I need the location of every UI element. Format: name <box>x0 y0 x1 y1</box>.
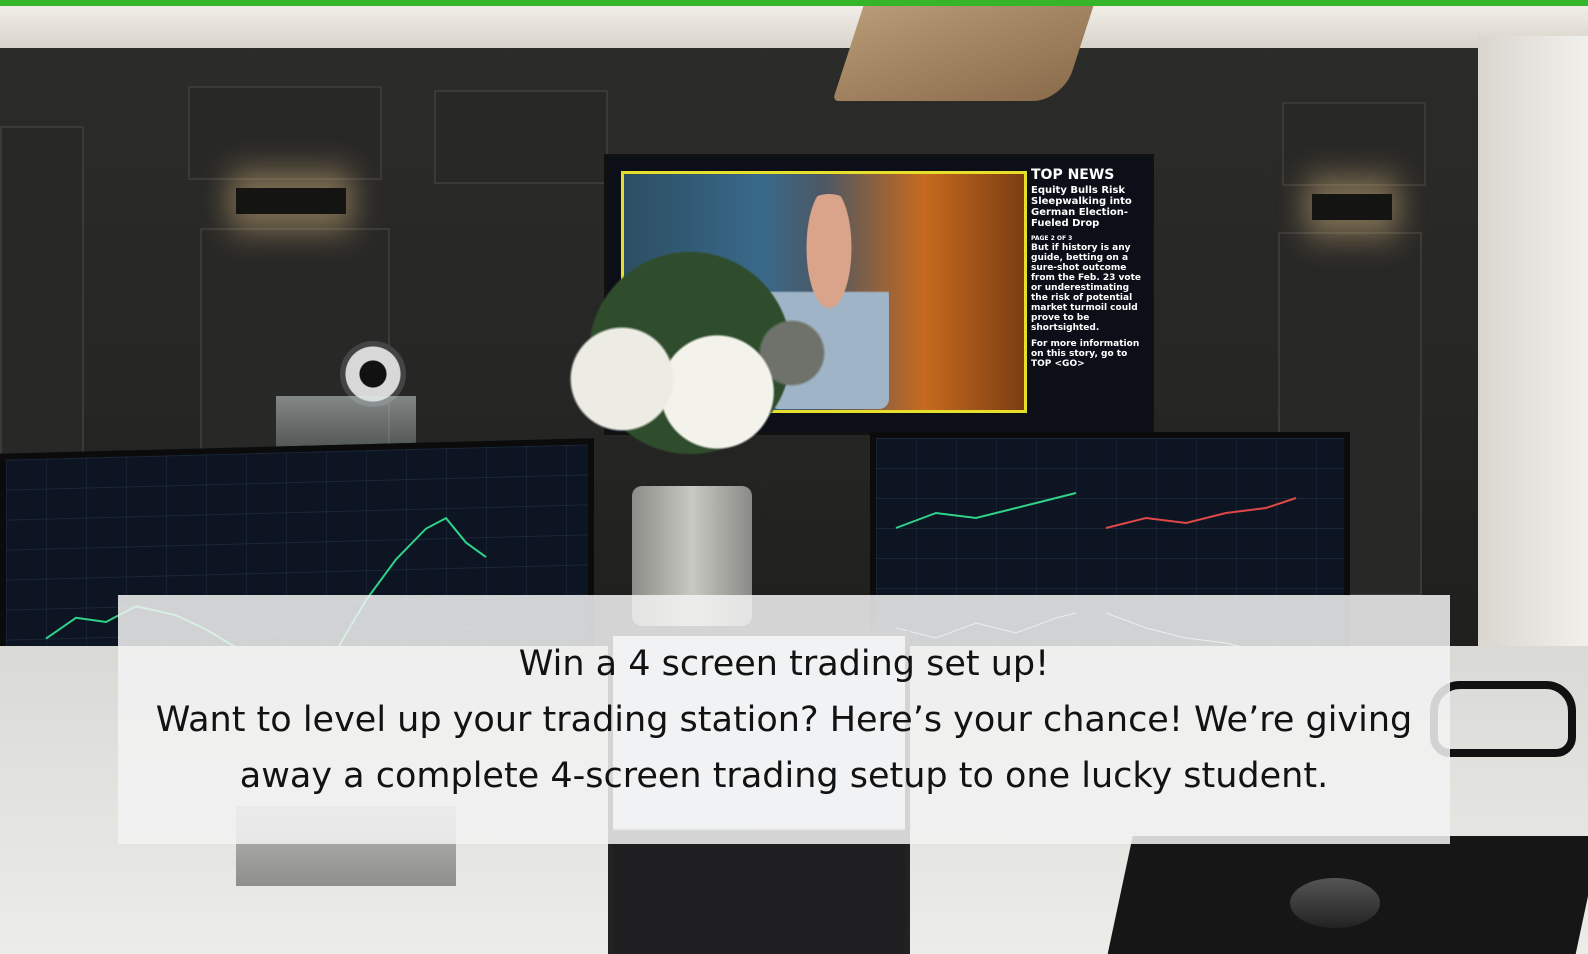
tv-story: Equity Bulls Risk Sleepwalking into Germ… <box>1031 185 1132 229</box>
wall-panel <box>1282 102 1426 186</box>
wall-panel <box>0 126 84 470</box>
flower-arrangement <box>520 236 860 496</box>
ceiling <box>0 6 1588 48</box>
wall-lamp <box>236 188 346 214</box>
tv-headline: TOP NEWS <box>1031 167 1115 183</box>
wooden-beam <box>832 6 1094 101</box>
tv-more: For more information on this story, go t… <box>1031 339 1140 369</box>
promo-body: Want to level up your trading station? H… <box>155 699 1413 796</box>
wall-panel <box>434 90 608 184</box>
white-wall <box>1478 36 1588 656</box>
tv-page: PAGE 2 OF 3 <box>1031 235 1073 242</box>
eyeglasses <box>1430 681 1576 757</box>
computer-mouse <box>1290 878 1380 928</box>
tv-news-sidebar: TOP NEWS Equity Bulls Risk Sleepwalking … <box>1031 167 1141 417</box>
tv-detail: But if history is any guide, betting on … <box>1031 243 1141 333</box>
wall-panel <box>188 86 382 180</box>
promo-overlay: Win a 4 screen trading set up! Want to l… <box>118 595 1450 844</box>
wall-lamp <box>1312 194 1392 220</box>
promo-title: Win a 4 screen trading set up! <box>518 643 1050 684</box>
